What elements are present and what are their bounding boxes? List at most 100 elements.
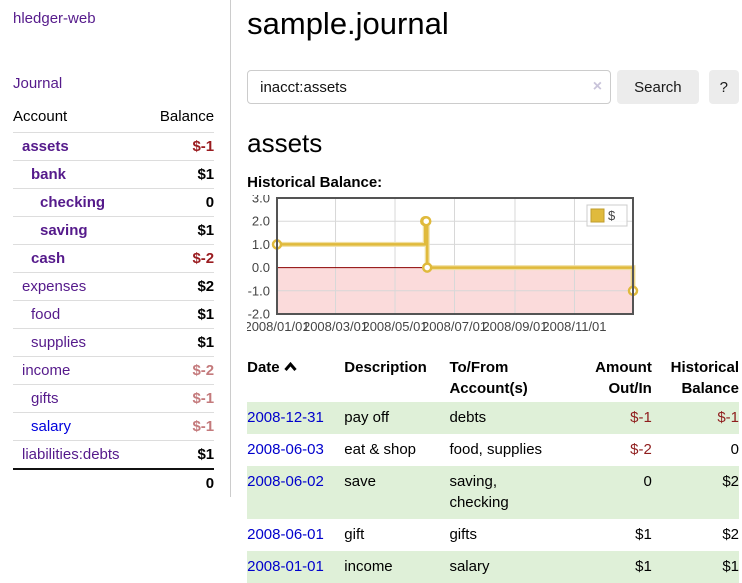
account-link-income[interactable]: income [22, 362, 70, 379]
account-link-saving[interactable]: saving [40, 222, 88, 239]
chevron-up-icon [284, 362, 297, 372]
transaction-balance: $1 [652, 551, 739, 583]
search-button[interactable]: Search [617, 70, 699, 104]
search-bar: × Search ? [247, 70, 739, 104]
transaction-row: 2008-01-01incomesalary$1$1 [247, 551, 739, 583]
accounts-header-account: Account [13, 106, 146, 133]
account-row: supplies$1 [13, 329, 214, 357]
transaction-row: 2008-06-02 savesaving, checking0$2 [247, 466, 739, 520]
account-balance: $2 [146, 273, 214, 301]
y-tick-label: 2.0 [252, 214, 270, 229]
transaction-accounts: food, supplies [449, 439, 549, 461]
search-input[interactable] [247, 70, 611, 104]
account-link-cash[interactable]: cash [31, 250, 65, 267]
x-tick-label: 2008/09/01 [483, 319, 548, 334]
x-tick-label: 2008/05/01 [363, 319, 428, 334]
transaction-date-link[interactable]: 2008-12-31 [247, 409, 324, 426]
transaction-accounts: saving, checking [449, 471, 549, 515]
sidebar-item-journal[interactable]: Journal [13, 75, 214, 92]
account-row: expenses $2 [13, 273, 214, 301]
transaction-balance: $2 [652, 466, 739, 520]
account-link-liabilities-debts[interactable]: liabilities:debts [22, 446, 120, 463]
x-tick-label: 2008/07/01 [422, 319, 487, 334]
account-balance: $-1 [146, 413, 214, 441]
y-tick-label: 0.0 [252, 260, 270, 275]
y-tick-label: 1.0 [252, 237, 270, 252]
transaction-row: 2008-12-31pay offdebts$-1$-1 [247, 402, 739, 434]
clear-search-icon[interactable]: × [593, 77, 602, 96]
transaction-date-link[interactable]: 2008-06-01 [247, 526, 324, 543]
transaction-date-link[interactable]: 2008-06-03 [247, 441, 324, 458]
account-balance: 0 [146, 189, 214, 217]
account-row: gifts $-1 [13, 385, 214, 413]
register-table: Date Description To/FromAccount(s) Amoun… [247, 354, 739, 583]
brand-link[interactable]: hledger-web [13, 10, 214, 27]
data-point [422, 217, 430, 225]
account-link-assets[interactable]: assets [22, 138, 69, 155]
legend-label: $ [608, 208, 616, 223]
account-balance: $-2 [146, 245, 214, 273]
y-tick-label: 3.0 [252, 195, 270, 206]
transaction-description: save [344, 466, 449, 520]
account-link-checking[interactable]: checking [40, 194, 105, 211]
account-row: saving $1 [13, 217, 214, 245]
account-row: checking 0 [13, 189, 214, 217]
page: hledger-web Journal Account Balance asse… [0, 0, 742, 583]
account-balance: $-1 [146, 133, 214, 161]
transaction-date-link[interactable]: 2008-06-02 [247, 473, 324, 490]
transaction-amount: $1 [550, 519, 652, 551]
chart-svg: $3.02.01.00.0-1.0-2.02008/01/012008/03/0… [247, 195, 657, 337]
account-link-gifts[interactable]: gifts [31, 390, 59, 407]
transaction-row: 2008-06-01 giftgifts$1$2 [247, 519, 739, 551]
account-heading: assets [247, 128, 739, 159]
transaction-balance: 0 [652, 434, 739, 466]
accounts-table: Account Balance assets $-1 bank $1 checking 0… [13, 106, 214, 497]
account-balance: $-2 [146, 357, 214, 385]
transaction-balance: $-1 [652, 402, 739, 434]
transaction-amount: $-2 [550, 434, 652, 466]
register-header-accounts: To/FromAccount(s) [449, 354, 549, 402]
y-tick-label: -1.0 [248, 283, 270, 298]
account-row: income $-2 [13, 357, 214, 385]
account-row: liabilities:debts $1 [13, 441, 214, 470]
account-link-food[interactable]: food [31, 306, 60, 323]
transaction-description: eat & shop [344, 434, 449, 466]
account-balance: $1 [146, 161, 214, 189]
chart-title: Historical Balance: [247, 174, 739, 191]
account-link-supplies[interactable]: supplies [31, 334, 86, 351]
account-row: salary $-1 [13, 413, 214, 441]
data-point [423, 264, 431, 272]
account-balance: $1 [146, 441, 214, 470]
transaction-amount: $-1 [550, 402, 652, 434]
transaction-amount: $1 [550, 551, 652, 583]
account-balance: $1 [146, 217, 214, 245]
account-row: bank $1 [13, 161, 214, 189]
transaction-accounts: debts [449, 407, 549, 429]
account-balance: $1 [146, 301, 214, 329]
account-balance: $-1 [146, 385, 214, 413]
x-tick-label: 2008/01/01 [247, 319, 310, 334]
register-header-description: Description [344, 354, 449, 402]
transaction-date-link[interactable]: 2008-01-01 [247, 558, 324, 575]
transaction-accounts: gifts [449, 524, 549, 546]
help-button[interactable]: ? [709, 70, 739, 104]
transaction-amount: 0 [550, 466, 652, 520]
chart-legend: $ [587, 205, 627, 226]
account-link-salary[interactable]: salary [31, 418, 71, 435]
account-row: food $1 [13, 301, 214, 329]
register-header-date[interactable]: Date [247, 354, 344, 402]
transaction-balance: $2 [652, 519, 739, 551]
x-tick-label: 2008/11/01 [543, 319, 607, 334]
register-header-row: Date Description To/FromAccount(s) Amoun… [247, 354, 739, 402]
accounts-total-balance: 0 [13, 469, 214, 497]
main-content: sample.journal × Search ? assets Histori… [231, 0, 742, 583]
transaction-description: gift [344, 519, 449, 551]
historical-balance-chart[interactable]: $3.02.01.00.0-1.0-2.02008/01/012008/03/0… [247, 195, 739, 341]
register-header-amount: AmountOut/In [550, 354, 652, 402]
accounts-header-balance: Balance [146, 106, 214, 133]
transaction-row: 2008-06-03 eat & shopfood, supplies$-20 [247, 434, 739, 466]
account-link-bank[interactable]: bank [31, 166, 66, 183]
account-link-expenses[interactable]: expenses [22, 278, 86, 295]
page-title: sample.journal [247, 6, 739, 42]
register-header-balance: HistoricalBalance [652, 354, 739, 402]
